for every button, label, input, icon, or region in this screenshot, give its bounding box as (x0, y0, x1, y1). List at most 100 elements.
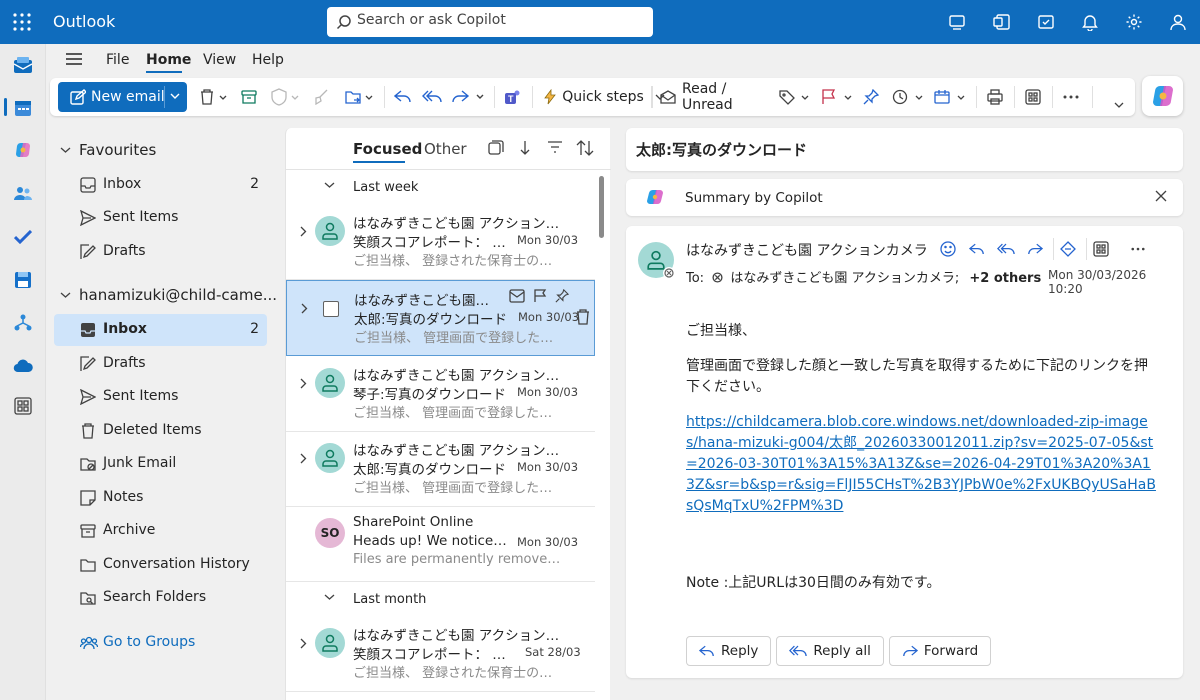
account-avatar-icon[interactable] (1156, 0, 1200, 44)
group-last-week[interactable]: Last week (286, 170, 596, 204)
more-options-icon[interactable] (1123, 238, 1152, 260)
deleted-items-folder[interactable]: Deleted Items (54, 415, 267, 447)
mark-read-envelope-icon[interactable] (509, 289, 525, 303)
org-explorer-icon[interactable] (11, 311, 35, 335)
onedrive-icon[interactable] (11, 354, 35, 378)
reply-icon[interactable] (391, 84, 415, 110)
tab-other[interactable]: Other (424, 140, 467, 158)
reply-button[interactable]: Reply (686, 636, 772, 666)
list-item-selected[interactable]: はなみずきこども園 アクションカメラ 太郎:写真のダウンロード Mon 30/0… (286, 280, 595, 356)
select-mode-icon[interactable] (488, 140, 504, 156)
todo-icon[interactable] (11, 225, 35, 249)
flag-icon[interactable] (533, 289, 547, 303)
drafts-folder[interactable]: Drafts (54, 348, 267, 380)
read-unread-button[interactable]: Read / Unread (660, 81, 768, 113)
teams-share-icon[interactable]: T (502, 84, 524, 110)
sweep-icon[interactable] (310, 84, 332, 110)
reply-icon[interactable] (962, 238, 991, 260)
list-item[interactable]: はなみずきこども園 アクションカメラ 琴子:写真のダウンロード Mon 30/0… (286, 356, 595, 432)
more-apps-icon[interactable] (11, 394, 35, 418)
list-item[interactable]: SO SharePoint Online Heads up! We notice… (286, 506, 595, 582)
flag-button[interactable] (819, 84, 855, 110)
app-launcher-icon[interactable] (12, 12, 32, 32)
apps-icon[interactable] (1086, 238, 1115, 260)
rules-button[interactable] (932, 84, 968, 110)
jump-to-icon[interactable] (518, 140, 532, 156)
loop-icon[interactable] (1053, 238, 1082, 260)
menu-view[interactable]: View (203, 52, 236, 68)
app-title[interactable]: Outlook (53, 12, 115, 31)
expand-chevron-right-icon[interactable] (300, 638, 307, 649)
expand-chevron-right-icon[interactable] (301, 303, 308, 314)
forward-button[interactable] (449, 84, 487, 110)
delete-button[interactable] (194, 84, 232, 110)
junk-email-folder[interactable]: Junk Email (54, 448, 267, 480)
more-options-icon[interactable] (1060, 84, 1082, 110)
menu-home[interactable]: Home (146, 52, 191, 68)
copilot-button[interactable] (1142, 76, 1183, 116)
list-item[interactable]: はなみずきこども園 アクションカメラ 笑顔スコアレポート： 2025年3月 Mo… (286, 204, 595, 280)
teams-icon[interactable] (980, 0, 1024, 44)
meet-now-icon[interactable] (936, 0, 980, 44)
list-item[interactable]: はなみずきこども園 アクションカメラ 笑顔スコアレポート： 2025年3月 Sa… (286, 616, 595, 692)
filter-icon[interactable] (547, 140, 563, 154)
conversation-history-folder[interactable]: Conversation History (54, 549, 267, 581)
emoji-react-icon[interactable] (933, 238, 962, 260)
menu-file[interactable]: File (106, 52, 129, 68)
forward-icon[interactable] (1020, 238, 1049, 260)
pin-icon[interactable] (555, 289, 569, 303)
copilot-rail-icon[interactable] (11, 138, 35, 162)
fav-inbox[interactable]: Inbox 2 (54, 169, 267, 201)
report-icon[interactable] (266, 84, 304, 110)
forward-button[interactable]: Forward (888, 636, 992, 666)
notifications-bell-icon[interactable] (1068, 0, 1112, 44)
delete-trash-icon[interactable] (575, 309, 591, 325)
recipient-others[interactable]: +2 others (969, 271, 1041, 286)
menu-help[interactable]: Help (252, 52, 284, 68)
tab-focused[interactable]: Focused (353, 140, 422, 158)
download-link[interactable]: https://childcamera.blob.core.windows.ne… (686, 412, 1156, 517)
reply-all-button[interactable]: Reply all (776, 636, 884, 666)
group-last-month[interactable]: Last month (286, 582, 596, 616)
apps-icon[interactable] (1022, 84, 1044, 110)
pin-icon[interactable] (860, 84, 882, 110)
search-box[interactable]: Search or ask Copilot (327, 7, 653, 37)
categorize-button[interactable] (776, 84, 812, 110)
select-checkbox[interactable] (323, 301, 339, 317)
sort-icon[interactable] (576, 140, 594, 156)
navigation-pane-toggle-icon[interactable] (65, 52, 83, 66)
save-icon[interactable] (11, 268, 35, 292)
message-list-scrollbar[interactable] (599, 176, 604, 238)
reply-all-icon[interactable] (991, 238, 1020, 260)
expand-chevron-right-icon[interactable] (300, 226, 307, 237)
new-email-chevron-down-icon[interactable] (170, 92, 180, 100)
print-icon[interactable] (984, 84, 1006, 110)
copilot-summary-bar[interactable]: Summary by Copilot (626, 179, 1183, 216)
quick-steps-button[interactable]: Quick steps (538, 84, 650, 110)
list-item[interactable]: はなみずきこども園 アクションカメラ 太郎:写真のダウンロード Mon 30/0… (286, 431, 595, 507)
move-to-button[interactable] (340, 84, 378, 110)
go-to-groups-link[interactable]: Go to Groups (54, 627, 267, 659)
notes-folder[interactable]: Notes (54, 482, 267, 514)
ribbon-expand-chevron-down-icon[interactable] (1108, 92, 1130, 118)
inbox-folder[interactable]: Inbox 2 (54, 314, 267, 346)
archive-icon[interactable] (238, 84, 260, 110)
mail-icon[interactable] (11, 53, 35, 77)
sent-items-folder[interactable]: Sent Items (54, 381, 267, 413)
people-icon[interactable] (11, 182, 35, 206)
fav-sent-items[interactable]: Sent Items (54, 202, 267, 234)
archive-folder[interactable]: Archive (54, 515, 267, 547)
close-icon[interactable] (1155, 190, 1167, 202)
snooze-button[interactable] (890, 84, 926, 110)
reply-all-icon[interactable] (420, 84, 444, 110)
expand-chevron-right-icon[interactable] (300, 453, 307, 464)
search-folders-folder[interactable]: Search Folders (54, 582, 267, 614)
calendar-icon[interactable] (11, 96, 35, 120)
recipient-name[interactable]: はなみずきこども園 アクションカメラ; (730, 271, 959, 286)
settings-gear-icon[interactable] (1112, 0, 1156, 44)
email-sender[interactable]: はなみずきこども園 アクションカメラ (686, 240, 928, 260)
new-email-button[interactable]: New email (58, 82, 187, 112)
expand-chevron-right-icon[interactable] (300, 378, 307, 389)
my-day-icon[interactable] (1024, 0, 1068, 44)
fav-drafts[interactable]: Drafts (54, 236, 267, 268)
